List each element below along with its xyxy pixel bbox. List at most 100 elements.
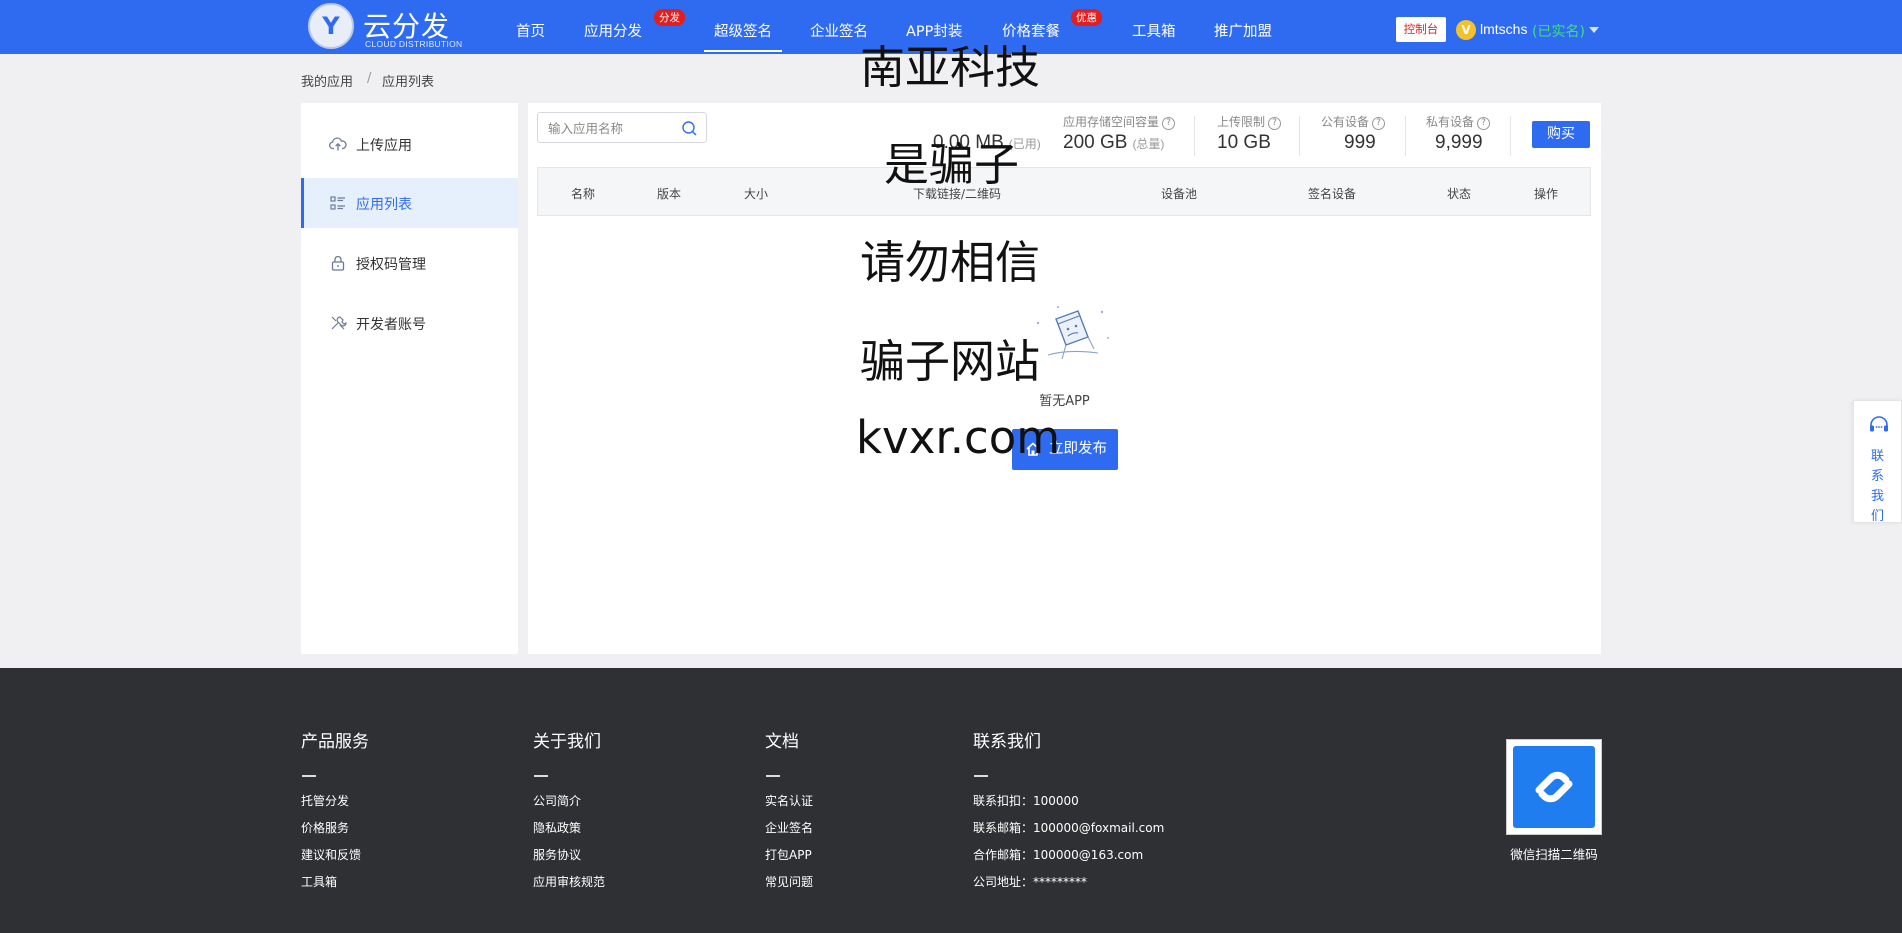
sidebar-item-label: 授权码管理: [356, 257, 426, 273]
contact-us-float[interactable]: 联 系 我 们: [1853, 400, 1902, 524]
console-button[interactable]: 控制台: [1396, 17, 1446, 42]
search-input[interactable]: [548, 119, 673, 137]
breadcrumb-current: 应用列表: [382, 75, 435, 90]
verified-status: (已实名): [1532, 24, 1585, 40]
search-icon[interactable]: [681, 120, 698, 137]
column-version: 版本: [656, 187, 682, 201]
headset-icon: [1870, 416, 1888, 432]
sidebar-item-upload[interactable]: 上传应用: [301, 119, 518, 169]
footer-link[interactable]: 托管分发: [301, 792, 349, 809]
footer-heading-docs: 文档: [765, 732, 799, 752]
sidebar-item-auth-codes[interactable]: 授权码管理: [301, 238, 518, 288]
breadcrumb-my-apps[interactable]: 我的应用: [301, 71, 353, 90]
stat-divider: [1405, 116, 1406, 156]
overlay-line-2: 是骗子: [884, 138, 1020, 191]
logo-mark: Y: [308, 3, 354, 49]
sidebar-item-label: 开发者账号: [356, 317, 426, 333]
tools-icon: [331, 316, 347, 330]
sidebar-item-label: 上传应用: [356, 138, 412, 154]
chevron-down-icon[interactable]: [1589, 27, 1599, 33]
public-devices-label-text: 公有设备: [1321, 115, 1370, 129]
table-header: 名称 版本 大小 下载链接/二维码 设备池 签名设备 状态 操作: [537, 167, 1591, 216]
private-devices-label-text: 私有设备: [1426, 115, 1475, 129]
footer-link[interactable]: 建议和反馈: [301, 846, 361, 863]
overlay-line-5: kvxr.com: [856, 411, 1061, 464]
help-icon[interactable]: ?: [1477, 117, 1491, 130]
nav-affiliate[interactable]: 推广加盟: [1214, 20, 1272, 41]
nav-home[interactable]: 首页: [516, 20, 545, 41]
footer-link[interactable]: 公司简介: [533, 792, 581, 809]
search-box[interactable]: [537, 112, 707, 143]
avatar[interactable]: V: [1456, 20, 1476, 40]
column-device-pool: 设备池: [1160, 187, 1198, 201]
breadcrumb-separator: /: [367, 71, 372, 86]
overlay-line-4: 骗子网站: [860, 335, 1041, 388]
sidebar: 上传应用 应用列表 授权码管理 开发者账号: [301, 103, 518, 654]
footer-link[interactable]: 实名认证: [765, 792, 813, 809]
column-name: 名称: [570, 187, 596, 201]
upload-limit-label-text: 上传限制: [1217, 115, 1266, 129]
column-signed-devices: 签名设备: [1307, 187, 1357, 201]
footer: 产品服务 托管分发 价格服务 建议和反馈 工具箱 关于我们 公司简介 隐私政策 …: [0, 668, 1902, 933]
footer-heading-products: 产品服务: [301, 732, 369, 752]
nav-app-distribution[interactable]: 应用分发: [584, 20, 642, 41]
nav-toolbox[interactable]: 工具箱: [1132, 20, 1176, 41]
footer-divider: [534, 775, 548, 777]
buy-button[interactable]: 购买: [1532, 121, 1590, 148]
private-devices-label: 私有设备?: [1426, 113, 1491, 130]
footer-link[interactable]: 企业签名: [765, 819, 813, 836]
stat-divider: [1510, 116, 1511, 156]
sidebar-item-app-list[interactable]: 应用列表: [301, 178, 518, 228]
footer-heading-about: 关于我们: [533, 732, 601, 752]
storage-capacity-label-text: 应用存储空间容量: [1063, 115, 1160, 129]
logo-letter: Y: [322, 12, 340, 40]
overlay-line-3: 请勿相信: [860, 236, 1041, 289]
storage-capacity-value: 200 GB (总量): [1063, 132, 1164, 154]
wechat-qr-code: [1506, 739, 1602, 835]
help-icon[interactable]: ?: [1162, 117, 1176, 130]
contact-char: 我: [1870, 489, 1884, 504]
nav-badge-distribution: 分发: [654, 9, 685, 26]
sidebar-item-developer-account[interactable]: 开发者账号: [301, 298, 518, 348]
contact-char: 联: [1870, 449, 1884, 464]
nav-badge-pricing: 优惠: [1071, 9, 1102, 26]
storage-capacity-note: (总量): [1132, 137, 1165, 151]
logo-subtext: CLOUD DISTRIBUTION: [365, 39, 463, 49]
help-icon[interactable]: ?: [1268, 117, 1282, 130]
app-logo-icon: [1535, 771, 1573, 803]
footer-contact-email[interactable]: 联系邮箱：100000@foxmail.com: [973, 819, 1164, 836]
qr-caption: 微信扫描二维码: [1510, 847, 1598, 862]
storage-capacity-label: 应用存储空间容量?: [1063, 113, 1176, 130]
list-icon: [330, 196, 345, 210]
sidebar-item-label: 应用列表: [356, 197, 412, 213]
footer-business-email[interactable]: 合作邮箱：100000@163.com: [973, 846, 1143, 863]
public-devices-label: 公有设备?: [1321, 113, 1386, 130]
footer-link[interactable]: 应用审核规范: [533, 873, 605, 890]
help-icon[interactable]: ?: [1372, 117, 1386, 130]
footer-link[interactable]: 工具箱: [301, 873, 337, 890]
footer-divider: [766, 775, 780, 777]
private-devices-value: 9,999: [1435, 132, 1483, 153]
lock-icon: [331, 255, 345, 271]
footer-link[interactable]: 隐私政策: [533, 819, 581, 836]
qr-code-image: [1513, 746, 1595, 828]
storage-capacity-amount: 200 GB: [1063, 132, 1128, 153]
upload-limit-label: 上传限制?: [1217, 113, 1282, 130]
user-name[interactable]: lmtschs: [1480, 21, 1527, 37]
nav-super-signature[interactable]: 超级签名: [704, 20, 782, 52]
footer-link[interactable]: 常见问题: [765, 873, 813, 890]
footer-link[interactable]: 打包APP: [765, 846, 812, 863]
logo[interactable]: Y 云分发 CLOUD DISTRIBUTION: [308, 3, 468, 51]
footer-link[interactable]: 服务协议: [533, 846, 581, 863]
footer-divider: [302, 775, 316, 777]
footer-address: 公司地址：*********: [973, 875, 1088, 889]
column-status: 状态: [1446, 187, 1472, 201]
stat-divider: [1299, 116, 1300, 156]
footer-contact-qq: 联系扣扣：100000: [973, 794, 1079, 808]
column-actions: 操作: [1533, 187, 1559, 201]
empty-state-text: 暂无APP: [1039, 394, 1090, 409]
main-panel: 0.00 MB(已用) 应用存储空间容量? 200 GB(总量) 上传限制? 1…: [528, 103, 1601, 654]
footer-divider: [974, 775, 988, 777]
footer-link[interactable]: 价格服务: [301, 819, 349, 836]
overlay-line-1: 南亚科技: [860, 41, 1041, 94]
